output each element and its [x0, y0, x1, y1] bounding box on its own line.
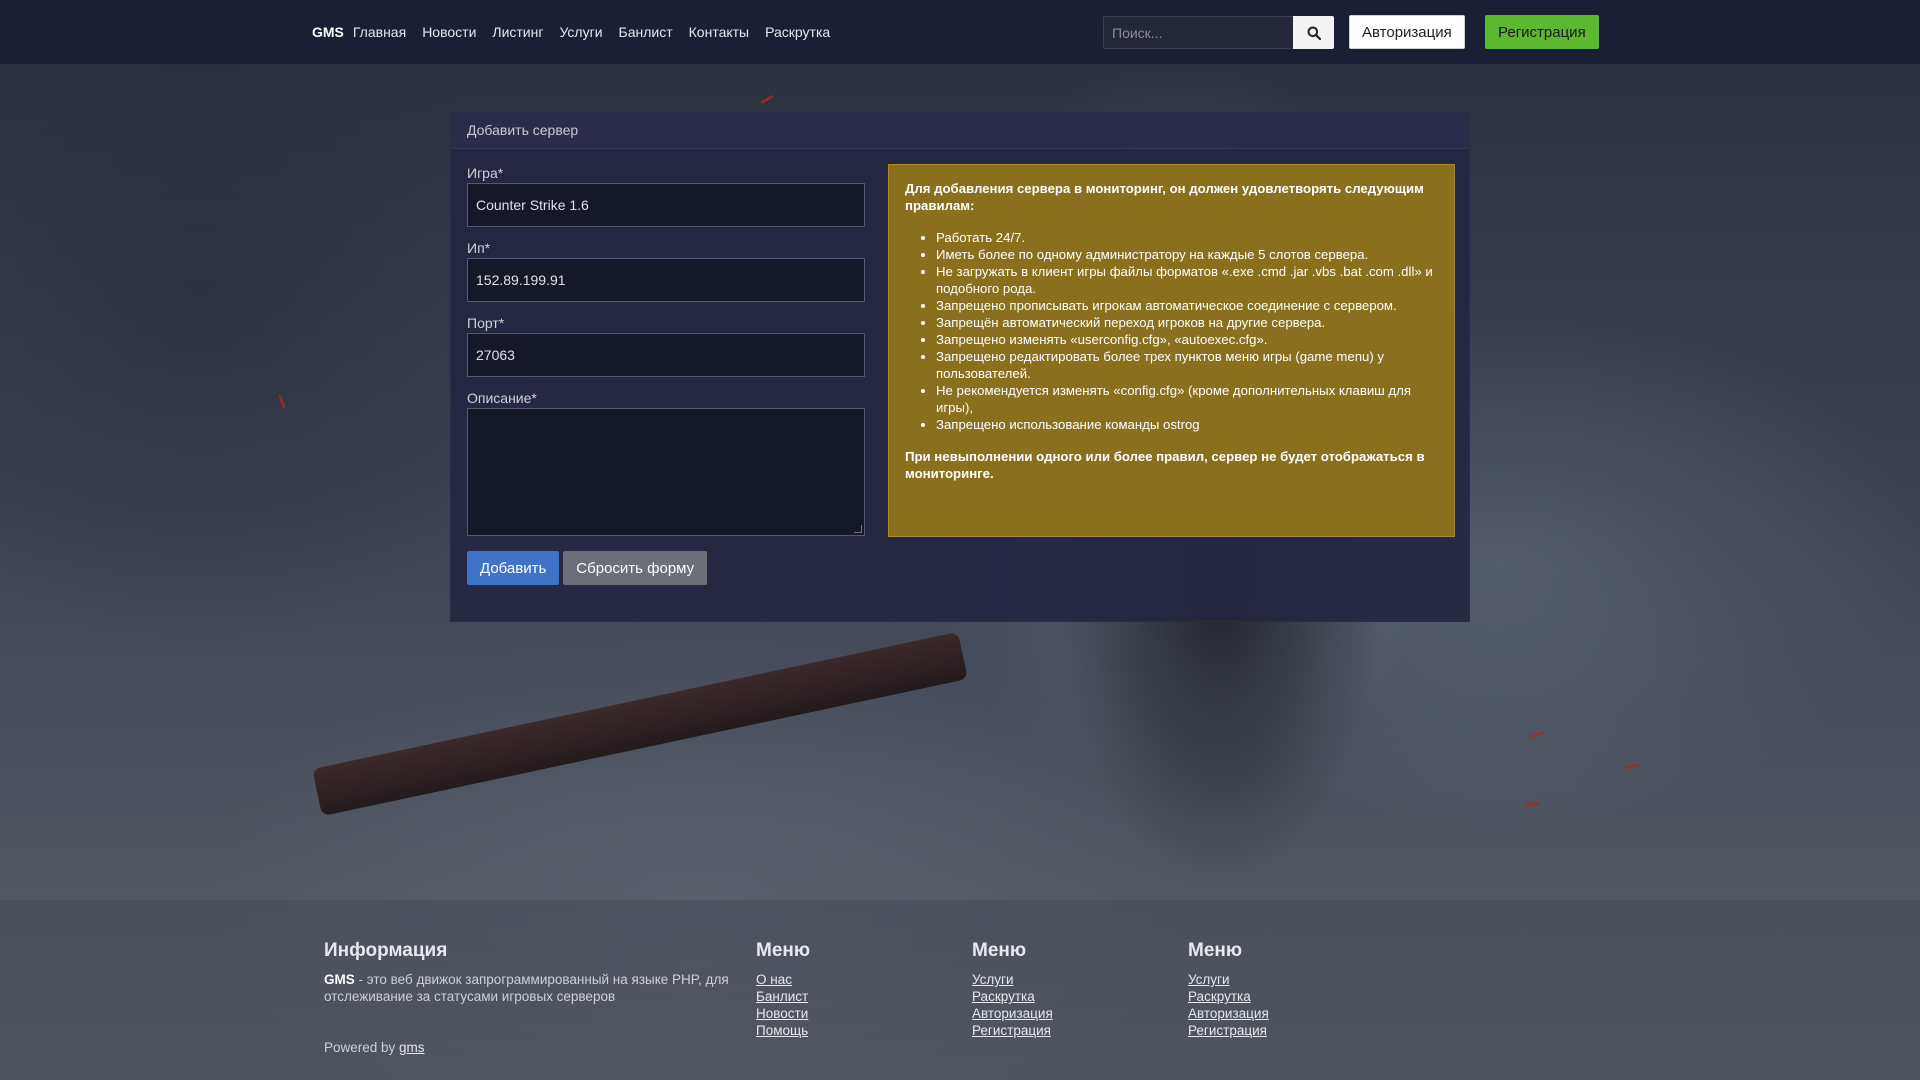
- powered-by: Powered by gms: [324, 1040, 425, 1055]
- rifle-shape: [312, 631, 968, 817]
- nav-link-listing[interactable]: Листинг: [492, 24, 543, 40]
- rule-item: Иметь более по одному администратору на …: [936, 246, 1438, 263]
- footer-menu-title: Меню: [1188, 940, 1243, 961]
- page-footer: Информация GMS - это веб движок запрогра…: [0, 900, 1920, 1080]
- ember: [1524, 801, 1540, 808]
- game-label: Игра*: [467, 165, 504, 181]
- footer-menu-title: Меню: [756, 940, 811, 961]
- footer-info-text: GMS - это веб движок запрограммированный…: [324, 971, 734, 1005]
- footer-info-brand: GMS: [324, 972, 355, 987]
- nav-link-services[interactable]: Услуги: [559, 24, 602, 40]
- game-field[interactable]: Counter Strike 1.6: [467, 183, 865, 227]
- login-button[interactable]: Авторизация: [1349, 15, 1465, 49]
- footer-info: Информация GMS - это веб движок запрогра…: [324, 940, 734, 1005]
- reset-form-button[interactable]: Сбросить форму: [563, 551, 708, 585]
- add-server-panel: Добавить сервер Игра* Counter Strike 1.6…: [450, 112, 1470, 622]
- ember: [760, 94, 774, 105]
- rule-item: Запрещён автоматический переход игроков …: [936, 314, 1438, 331]
- footer-link-login[interactable]: Авторизация: [972, 1005, 1053, 1022]
- search-bar: [1103, 16, 1334, 49]
- form-buttons: Добавить Сбросить форму: [467, 551, 865, 585]
- footer-menu-title: Меню: [972, 940, 1027, 961]
- nav-links: GMS Главная Новости Листинг Услуги Банли…: [312, 0, 846, 64]
- rule-item: Не загружать в клиент игры файлы формато…: [936, 263, 1438, 297]
- port-label: Порт*: [467, 315, 505, 331]
- footer-link-promotion[interactable]: Раскрутка: [1188, 988, 1269, 1005]
- rule-item: Работать 24/7.: [936, 229, 1438, 246]
- brand-logo[interactable]: GMS: [312, 24, 344, 40]
- nav-link-contacts[interactable]: Контакты: [689, 24, 749, 40]
- rule-item: Запрещено прописывать игрокам автоматиче…: [936, 297, 1438, 314]
- rule-item: Запрещено изменять «userconfig.cfg», «au…: [936, 331, 1438, 348]
- footer-link-help[interactable]: Помощь: [756, 1022, 810, 1039]
- register-button[interactable]: Регистрация: [1485, 15, 1599, 49]
- description-label: Описание*: [467, 390, 537, 406]
- add-server-form: Игра* Counter Strike 1.6 Ип* 152.89.199.…: [467, 165, 865, 585]
- rules-title: Для добавления сервера в мониторинг, он …: [905, 181, 1424, 213]
- footer-link-news[interactable]: Новости: [756, 1005, 810, 1022]
- search-icon: [1307, 26, 1321, 40]
- add-server-button[interactable]: Добавить: [467, 551, 560, 585]
- footer-menu-2: Меню Услуги Раскрутка Авторизация Регист…: [972, 940, 1053, 1039]
- footer-link-banlist[interactable]: Банлист: [756, 988, 810, 1005]
- rule-item: Запрещено редактировать более трех пункт…: [936, 348, 1438, 382]
- ember: [278, 394, 286, 409]
- footer-link-services[interactable]: Услуги: [972, 971, 1053, 988]
- ip-label: Ип*: [467, 240, 491, 256]
- search-button[interactable]: [1293, 16, 1334, 49]
- ember: [1529, 730, 1545, 739]
- top-navbar: GMS Главная Новости Листинг Услуги Банли…: [0, 0, 1920, 64]
- rule-item: Запрещено использование команды ostrog: [936, 416, 1438, 433]
- nav-link-home[interactable]: Главная: [353, 24, 406, 40]
- powered-prefix: Powered by: [324, 1040, 400, 1055]
- nav-link-news[interactable]: Новости: [422, 24, 476, 40]
- rule-item: Не рекомендуется изменять «config.cfg» (…: [936, 382, 1438, 416]
- description-field[interactable]: [467, 408, 865, 536]
- port-field[interactable]: 27063: [467, 333, 865, 377]
- footer-info-title: Информация: [324, 940, 448, 961]
- powered-link[interactable]: gms: [399, 1040, 425, 1055]
- footer-link-about[interactable]: О нас: [756, 971, 810, 988]
- footer-link-services[interactable]: Услуги: [1188, 971, 1269, 988]
- ember: [1624, 763, 1640, 770]
- nav-link-banlist[interactable]: Банлист: [619, 24, 673, 40]
- footer-link-register[interactable]: Регистрация: [972, 1022, 1053, 1039]
- footer-link-login[interactable]: Авторизация: [1188, 1005, 1269, 1022]
- resize-grip-icon[interactable]: [854, 525, 862, 533]
- footer-menu-1: Меню О нас Банлист Новости Помощь: [756, 940, 810, 1039]
- footer-link-promotion[interactable]: Раскрутка: [972, 988, 1053, 1005]
- rules-list: Работать 24/7. Иметь более по одному адм…: [936, 229, 1438, 433]
- rules-notice: Для добавления сервера в мониторинг, он …: [888, 164, 1455, 537]
- panel-title: Добавить сервер: [451, 113, 1469, 149]
- ip-field[interactable]: 152.89.199.91: [467, 258, 865, 302]
- footer-link-register[interactable]: Регистрация: [1188, 1022, 1269, 1039]
- rules-warning: При невыполнении одного или более правил…: [905, 449, 1425, 481]
- footer-info-description: - это веб движок запрограммированный на …: [324, 972, 729, 1004]
- search-input[interactable]: [1103, 16, 1293, 49]
- footer-menu-3: Меню Услуги Раскрутка Авторизация Регист…: [1188, 940, 1269, 1039]
- nav-link-promotion[interactable]: Раскрутка: [765, 24, 830, 40]
